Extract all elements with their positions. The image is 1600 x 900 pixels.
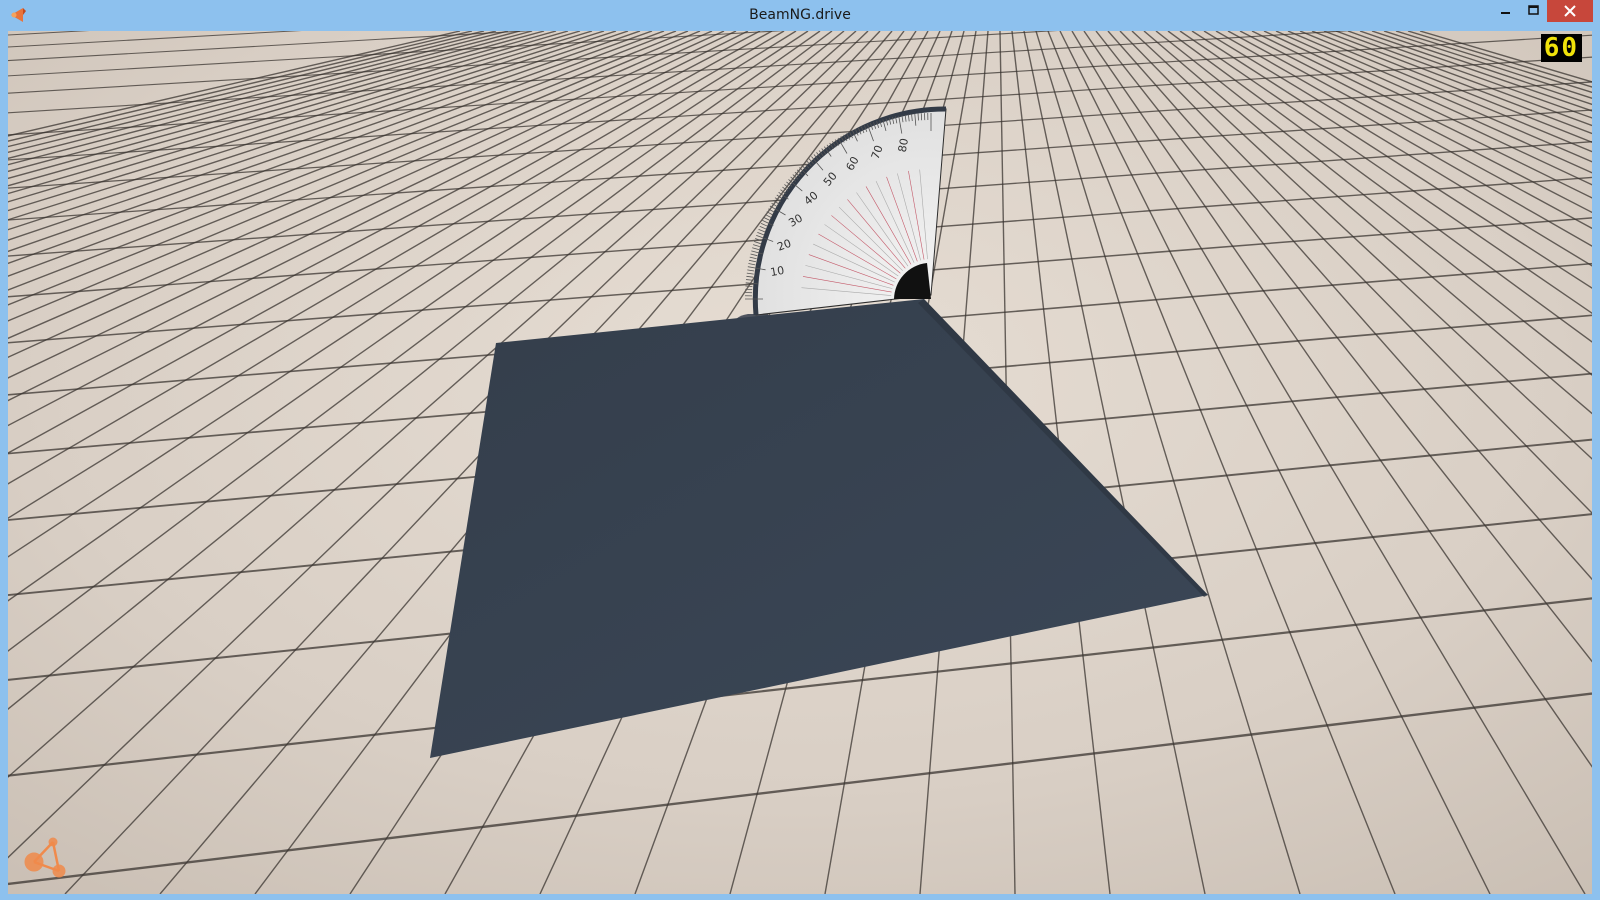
scene: 10203040506070 80 — [8, 31, 1592, 894]
protractor-label: 80 — [896, 137, 911, 153]
close-button[interactable] — [1547, 0, 1593, 22]
minimize-button[interactable] — [1492, 0, 1519, 22]
maximize-button[interactable] — [1520, 0, 1547, 22]
fps-counter: 60 — [1540, 34, 1582, 62]
app-window: BeamNG.drive 10 20 30 40 50 60 70 80 60 — [0, 0, 1600, 900]
game-viewport[interactable]: 10 20 30 40 50 60 70 80 60 — [8, 31, 1592, 894]
maximize-icon — [1528, 5, 1539, 15]
title-bar[interactable]: BeamNG.drive — [0, 0, 1600, 30]
beamng-logo-icon — [24, 837, 66, 878]
close-icon — [1564, 5, 1576, 17]
minimize-icon — [1501, 12, 1510, 14]
window-title: BeamNG.drive — [749, 7, 851, 23]
protractor-label: 10 — [769, 264, 785, 279]
